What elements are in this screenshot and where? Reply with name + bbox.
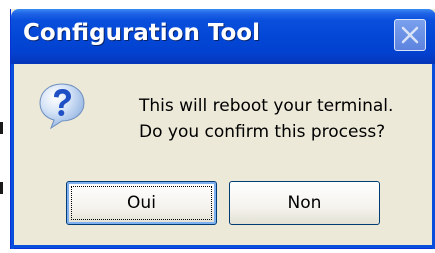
- question-icon: [39, 83, 85, 130]
- message-line: Do you confirm this process?: [139, 122, 386, 142]
- window-frame-left: [11, 64, 14, 249]
- close-button[interactable]: [394, 19, 426, 51]
- dialog-title: Configuration Tool: [23, 20, 260, 46]
- background-edge-mark: [0, 182, 3, 194]
- non-button-label: Non: [287, 193, 322, 213]
- screen: Configuration Tool This will reboot your…: [0, 0, 435, 253]
- close-icon: [401, 26, 419, 44]
- message-line: This will reboot your terminal.: [139, 96, 394, 116]
- confirm-dialog: Configuration Tool This will reboot your…: [10, 9, 435, 249]
- dialog-message: This will reboot your terminal. Do you c…: [139, 93, 393, 145]
- title-bar[interactable]: Configuration Tool: [11, 9, 435, 64]
- background-edge-mark: [0, 122, 3, 134]
- focus-ring: [71, 186, 212, 220]
- non-button[interactable]: Non: [229, 181, 380, 225]
- window-frame-bottom: [11, 245, 435, 248]
- oui-button[interactable]: Oui: [66, 181, 217, 225]
